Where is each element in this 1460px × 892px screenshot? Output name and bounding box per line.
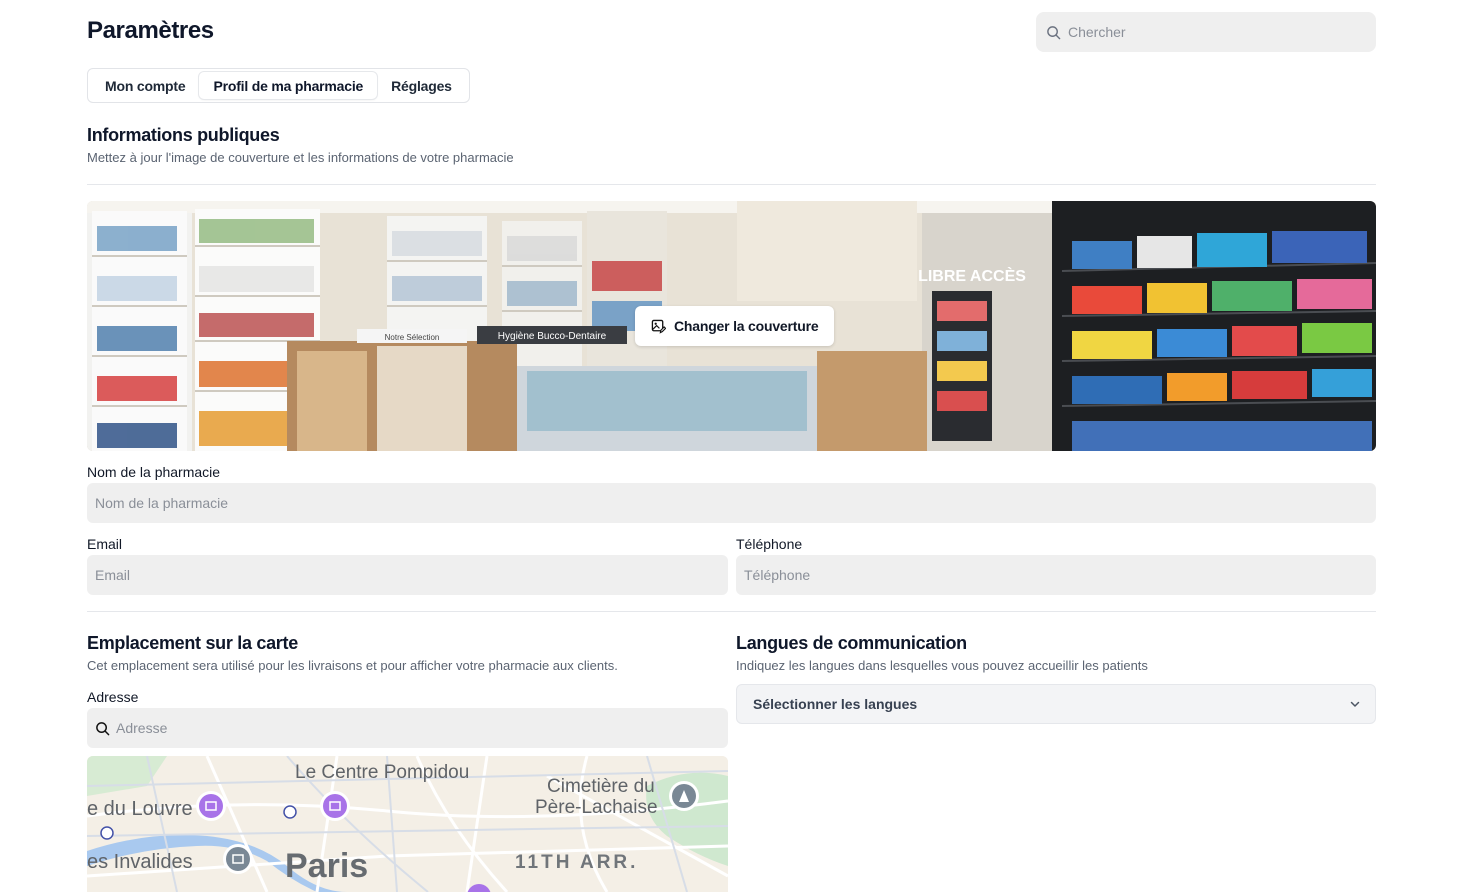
map-label-arrondissement: 11TH ARR. bbox=[515, 852, 639, 873]
email-input[interactable] bbox=[95, 567, 728, 583]
change-cover-label: Changer la couverture bbox=[674, 318, 819, 334]
search-box[interactable] bbox=[1036, 12, 1376, 52]
page-title: Paramètres bbox=[87, 17, 214, 44]
pharmacy-name-field[interactable] bbox=[87, 483, 1376, 523]
cover-sign-hygiene: Hygiène Bucco-Dentaire bbox=[498, 331, 607, 342]
tab-profil-pharmacie[interactable]: Profil de ma pharmacie bbox=[199, 72, 378, 99]
divider bbox=[87, 184, 1376, 185]
image-edit-icon bbox=[651, 319, 666, 334]
map-label-paris: Paris bbox=[285, 847, 369, 885]
languages-select[interactable]: Sélectionner les langues bbox=[736, 684, 1376, 724]
search-input[interactable] bbox=[1068, 24, 1358, 40]
tab-reglages[interactable]: Réglages bbox=[377, 72, 466, 99]
divider bbox=[87, 611, 1376, 612]
tab-mon-compte[interactable]: Mon compte bbox=[91, 72, 199, 99]
map-label-invalides: es Invalides bbox=[87, 851, 193, 873]
address-input[interactable] bbox=[116, 720, 728, 736]
cover-sign-libre-acces: LIBRE ACCÈS bbox=[918, 266, 1026, 285]
cover-sign-selection: Notre Sélection bbox=[385, 333, 440, 342]
map-label-pompidou: Le Centre Pompidou bbox=[295, 762, 470, 783]
public-info-title: Informations publiques bbox=[87, 125, 280, 145]
map-label-cemetery-1: Cimetière du bbox=[547, 776, 655, 797]
public-info-subtitle: Mettez à jour l'image de couverture et l… bbox=[87, 150, 514, 165]
search-icon bbox=[96, 721, 110, 735]
chevron-down-icon bbox=[1350, 701, 1360, 707]
phone-label: Téléphone bbox=[736, 536, 803, 552]
phone-field[interactable] bbox=[736, 555, 1376, 595]
map-label-cemetery-2: Père-Lachaise bbox=[535, 797, 658, 818]
cover-image: Notre Sélection Hygiène Bucco-Dentaire L… bbox=[87, 201, 1376, 451]
location-title: Emplacement sur la carte bbox=[87, 633, 298, 653]
email-field[interactable] bbox=[87, 555, 728, 595]
languages-title: Langues de communication bbox=[736, 633, 967, 653]
location-subtitle: Cet emplacement sera utilisé pour les li… bbox=[87, 658, 618, 673]
location-map[interactable]: Le Centre Pompidou e du Louvre es Invali… bbox=[87, 756, 728, 892]
settings-tabs: Mon compte Profil de ma pharmacie Réglag… bbox=[87, 68, 470, 103]
address-field[interactable] bbox=[87, 708, 728, 748]
pharmacy-name-label: Nom de la pharmacie bbox=[87, 464, 221, 480]
pharmacy-name-input[interactable] bbox=[95, 495, 1376, 511]
email-label: Email bbox=[87, 536, 123, 552]
languages-select-value: Sélectionner les langues bbox=[753, 696, 918, 712]
phone-input[interactable] bbox=[744, 567, 1376, 583]
languages-subtitle: Indiquez les langues dans lesquelles vou… bbox=[736, 658, 1148, 673]
address-label: Adresse bbox=[87, 689, 139, 705]
map-label-louvre: e du Louvre bbox=[87, 798, 193, 820]
change-cover-button[interactable]: Changer la couverture bbox=[635, 306, 835, 346]
search-icon bbox=[1047, 25, 1061, 39]
